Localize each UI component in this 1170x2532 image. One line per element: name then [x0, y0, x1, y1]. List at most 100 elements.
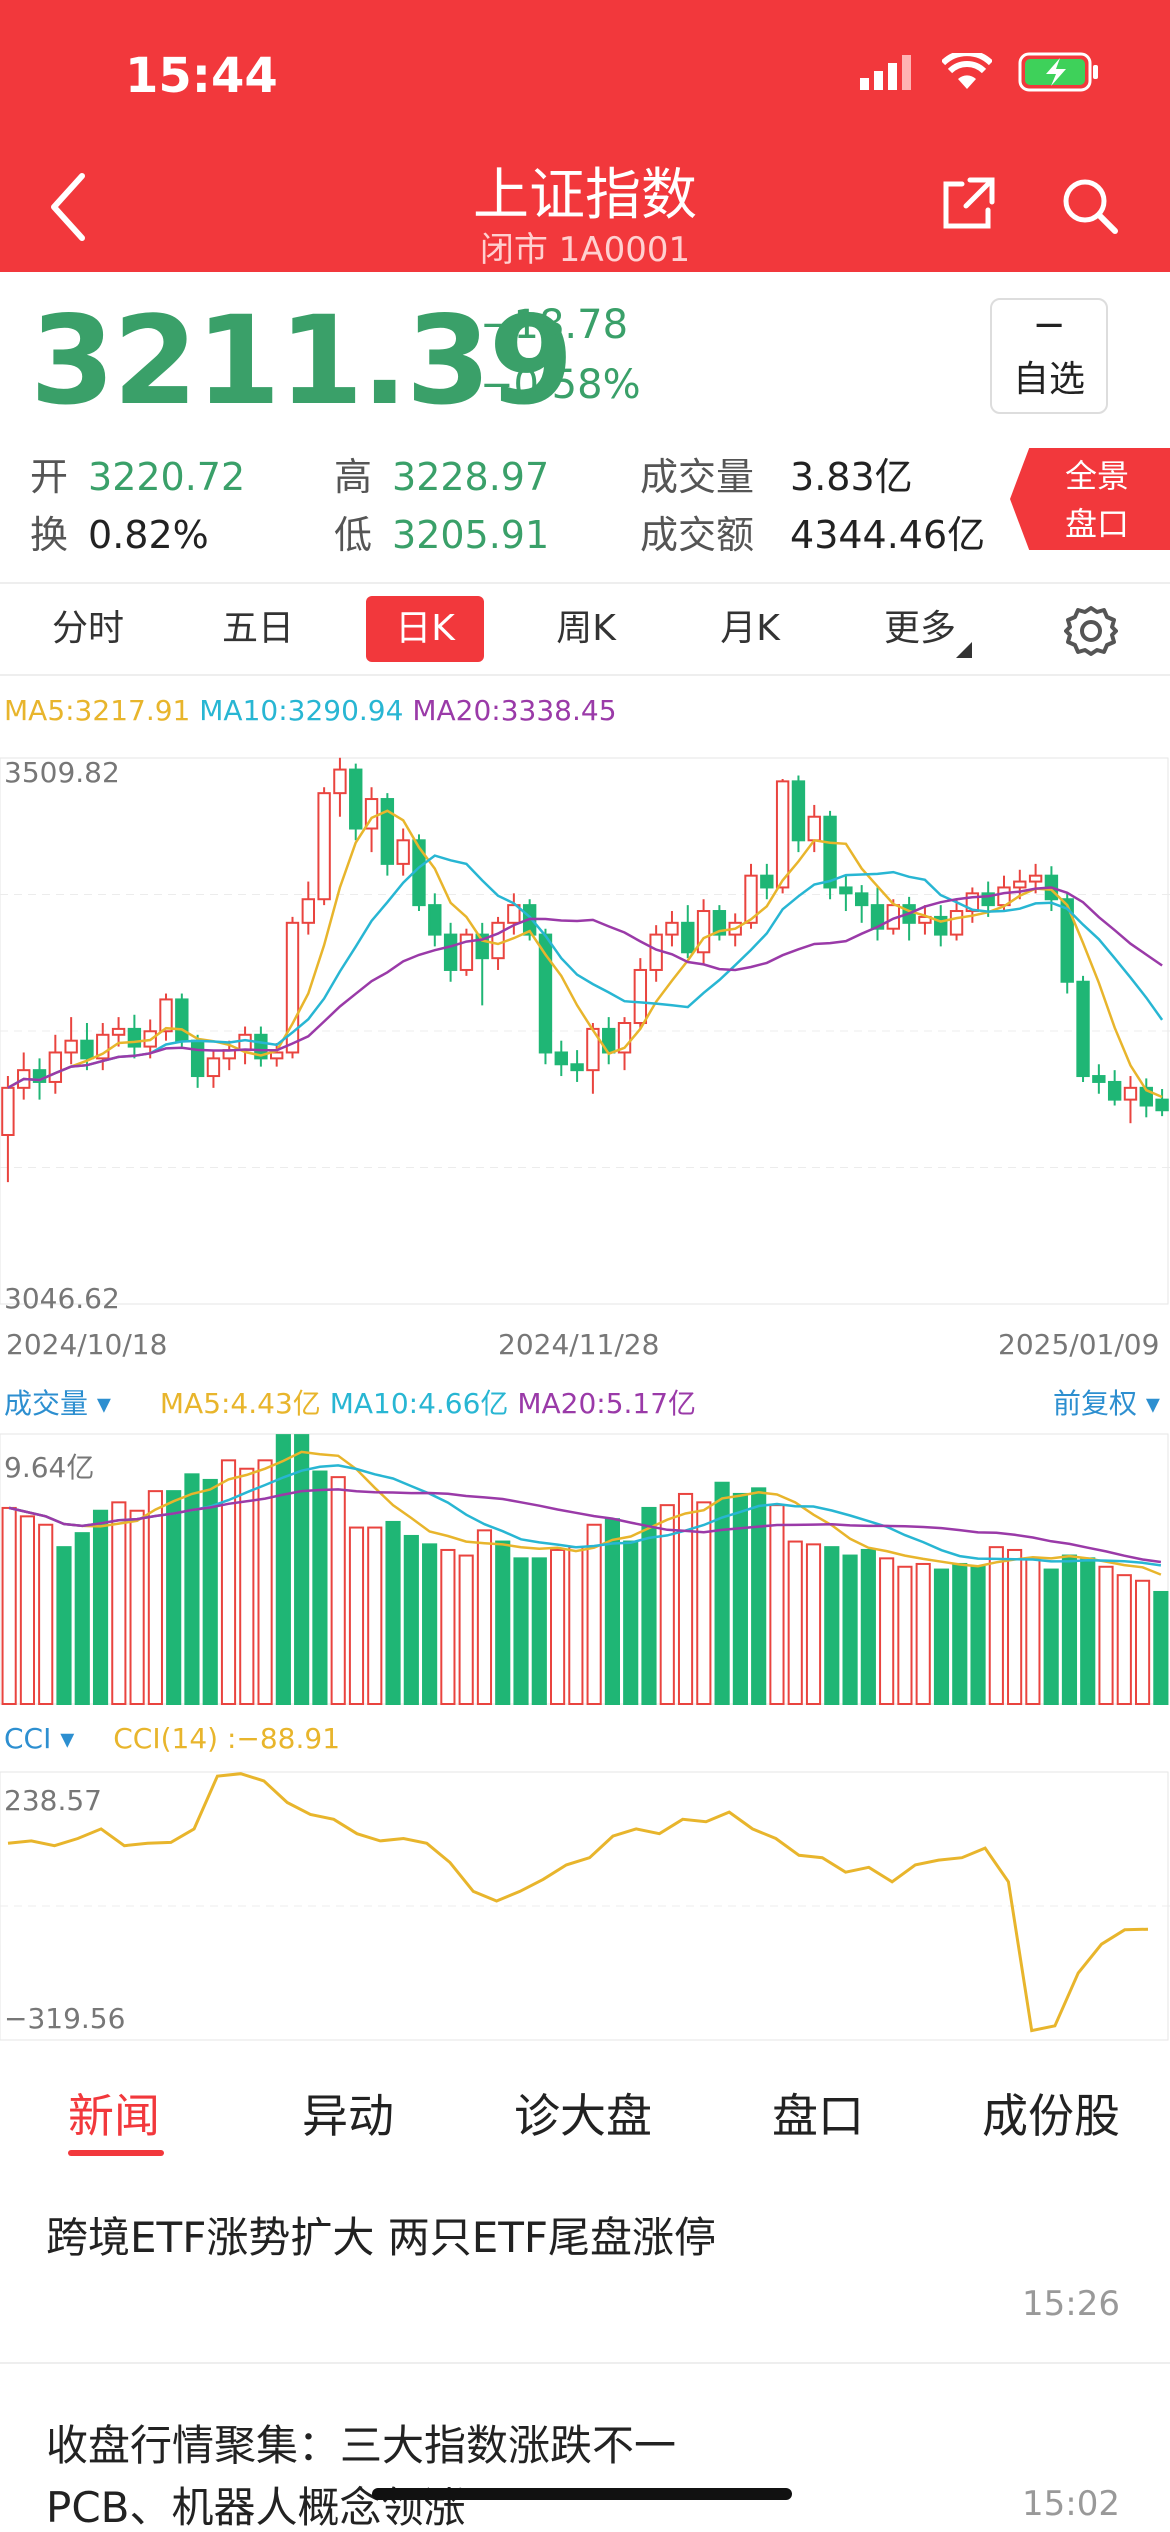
open-label: 开: [30, 455, 69, 499]
candle-body: [1076, 980, 1090, 1078]
cci-title[interactable]: CCI ▾: [4, 1722, 74, 1755]
volume-bar: [367, 1526, 383, 1705]
tab-fenshi[interactable]: 分时: [40, 596, 136, 662]
kline-chart[interactable]: [0, 746, 1170, 1326]
volume-bar: [732, 1492, 748, 1705]
volume-bar: [476, 1529, 493, 1706]
open-value: 3220.72: [88, 455, 246, 499]
vol-ma20-line: [8, 1488, 1162, 1564]
candle-body: [949, 910, 964, 936]
candle-body: [1107, 1080, 1122, 1101]
candle-body: [807, 815, 821, 842]
panorama-button[interactable]: 全景 盘口: [1010, 448, 1170, 550]
adjust-dropdown[interactable]: 前复权 ▾: [1053, 1382, 1160, 1422]
turnover-label: 换: [30, 513, 69, 557]
tab-daily-k[interactable]: 日K: [366, 596, 484, 662]
high-value: 3228.97: [392, 455, 550, 499]
cci-chart[interactable]: [0, 1770, 1170, 2042]
news-tab-orderbook[interactable]: 盘口: [772, 2080, 864, 2146]
volume-bar: [19, 1515, 36, 1706]
tab-weekly-k[interactable]: 周K: [536, 596, 636, 662]
news-item-1-title[interactable]: 跨境ETF涨势扩大 两只ETF尾盘涨停: [46, 2204, 716, 2265]
volume-bar: [422, 1543, 438, 1706]
search-icon[interactable]: [1060, 176, 1120, 236]
candle-body: [633, 968, 648, 1025]
volume-bar: [897, 1565, 913, 1705]
volume-bar: [1080, 1557, 1096, 1706]
tab-monthly-k[interactable]: 月K: [700, 596, 800, 662]
candle-body: [491, 921, 505, 960]
candle-body: [301, 898, 316, 924]
candle-body: [1, 1086, 15, 1136]
volume-title[interactable]: 成交量 ▾: [4, 1387, 111, 1420]
date-mid: 2024/11/28: [498, 1328, 660, 1361]
volume-bar: [787, 1540, 803, 1705]
volume-bar: [549, 1548, 566, 1705]
news-tab-underline: [68, 2150, 164, 2156]
volume-bar: [330, 1476, 346, 1705]
volume-bar: [1153, 1590, 1169, 1706]
candle-body: [206, 1057, 221, 1078]
volume-bar: [74, 1532, 90, 1705]
more-caret-icon: [956, 642, 972, 658]
date-start: 2024/10/18: [6, 1328, 168, 1361]
add-watchlist-button[interactable]: − 自选: [990, 298, 1108, 414]
volume-bar: [385, 1520, 401, 1705]
volume-bar: [458, 1554, 474, 1705]
candle-body: [317, 792, 331, 901]
ma20-line: [7, 886, 1163, 1089]
watch-label: 自选: [1012, 359, 1085, 400]
volume-bar: [166, 1490, 182, 1705]
divider: [0, 674, 1170, 676]
volume-bar: [604, 1518, 621, 1705]
wifi-icon: [942, 53, 992, 89]
volume-bar: [952, 1562, 968, 1705]
news-item-2-title-line2[interactable]: PCB、机器人概念领涨: [46, 2474, 465, 2532]
vol-ma20: MA20:5.17亿: [517, 1387, 697, 1420]
volume-bar: [860, 1548, 876, 1705]
news-tab-movement[interactable]: 异动: [302, 2080, 394, 2146]
divider: [0, 2362, 1170, 2364]
candle-body: [1092, 1075, 1106, 1083]
candle-body: [1013, 880, 1027, 889]
news-tab-news[interactable]: 新闻: [68, 2080, 160, 2146]
cci-max-label: 238.57: [4, 1784, 102, 1817]
ma5-value: MA5:3217.91: [4, 694, 191, 727]
home-indicator: [372, 2488, 792, 2500]
candle-body: [127, 1027, 142, 1048]
news-tab-diagnosis[interactable]: 诊大盘: [514, 2080, 652, 2146]
kline-max-label: 3509.82: [4, 756, 120, 789]
stat-turnover: 换 0.82%: [30, 504, 209, 559]
volume-bar: [988, 1546, 1004, 1705]
volume-bar: [1007, 1548, 1023, 1705]
watch-dash: −: [1032, 302, 1066, 348]
candle-body: [238, 1033, 252, 1052]
settings-gear-icon[interactable]: [1064, 604, 1118, 658]
candle-body: [80, 1039, 94, 1060]
volume-value: 3.83亿: [790, 455, 913, 499]
signal-icon: [860, 55, 911, 90]
volume-bar: [348, 1526, 365, 1705]
volume-bar: [312, 1470, 328, 1705]
share-icon[interactable]: [940, 176, 996, 232]
candle-body: [775, 780, 790, 889]
tab-five-day[interactable]: 五日: [210, 596, 306, 662]
low-value: 3205.91: [392, 513, 550, 557]
candle-body: [443, 933, 458, 971]
ma20-value: MA20:3338.45: [412, 694, 617, 727]
volume-chart[interactable]: [0, 1432, 1170, 1708]
volume-bar: [38, 1523, 54, 1705]
candle-body: [696, 910, 711, 954]
volume-bar: [970, 1565, 986, 1705]
candle-body: [349, 768, 363, 830]
tab-more[interactable]: 更多: [870, 596, 970, 662]
news-tab-constituents[interactable]: 成份股: [982, 2080, 1120, 2146]
candle-body: [1155, 1098, 1169, 1112]
vol-ma10: MA10:4.66亿: [329, 1387, 509, 1420]
news-item-2-title-line1[interactable]: 收盘行情聚集：三大指数涨跌不一: [46, 2412, 676, 2473]
candle-body: [681, 921, 695, 954]
volume-bar: [294, 1434, 310, 1706]
volume-bar: [1043, 1568, 1059, 1705]
cci-min-label: −319.56: [4, 2002, 126, 2035]
cci-value: CCI(14) :−88.91: [113, 1722, 341, 1755]
